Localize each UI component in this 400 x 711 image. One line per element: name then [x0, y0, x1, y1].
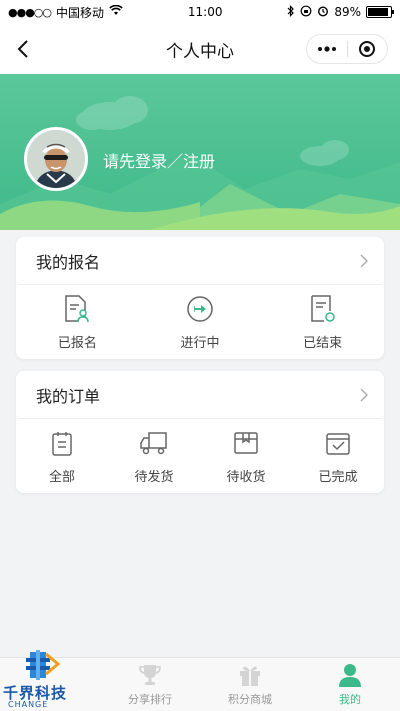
tab-share-ranking[interactable]: 分享排行 [100, 658, 200, 711]
registered-doc-icon [62, 294, 92, 324]
registration-header[interactable]: 我的报名 [18, 237, 382, 285]
registered-label: 已报名 [57, 335, 97, 351]
trophy-icon [139, 664, 161, 685]
miniprogram-capsule [306, 34, 388, 64]
truck-icon [139, 428, 169, 458]
tab-bar: 分享排行 积分商城 我的 [0, 657, 400, 711]
registered-item[interactable]: 已报名 [37, 294, 117, 351]
all-orders-label: 全部 [48, 469, 75, 485]
avatar[interactable] [24, 127, 88, 191]
battery-percent: 89% [334, 5, 361, 19]
more-dots-icon [317, 46, 336, 52]
close-circle-icon [359, 41, 376, 57]
status-bar: ●●●○○ 中国移动 11:00 89% [0, 0, 400, 24]
tab-points-mall[interactable]: 积分商城 [200, 658, 300, 711]
pending-receipt-label: 待收货 [226, 469, 266, 485]
orders-header[interactable]: 我的订单 [18, 371, 382, 419]
tab-home[interactable] [0, 658, 100, 711]
pending-receipt-item[interactable]: 待收货 [206, 428, 286, 485]
in-progress-label: 进行中 [180, 335, 220, 351]
registration-title: 我的报名 [36, 252, 101, 272]
cyclist-avatar-image [27, 130, 85, 188]
registration-row: 已报名 进行中 已结束 [16, 285, 384, 359]
battery-fill [368, 8, 388, 16]
wifi-icon [109, 4, 123, 19]
pending-shipment-label: 待发货 [134, 469, 174, 485]
back-button[interactable] [10, 36, 36, 62]
profile-header: 请先登录／注册 [0, 74, 400, 230]
completed-icon [323, 428, 353, 458]
chevron-right-icon [360, 388, 368, 401]
my-orders-card: 我的订单 全部 待发货 待收货 已完成 [16, 371, 384, 493]
tab-mine-label: 我的 [339, 692, 361, 706]
pending-shipment-item[interactable]: 待发货 [114, 428, 194, 485]
close-button[interactable] [348, 35, 388, 63]
login-register-link[interactable]: 请先登录／注册 [103, 148, 215, 172]
ended-label: 已结束 [303, 335, 343, 351]
alarm-icon [317, 5, 329, 20]
bluetooth-icon [287, 4, 295, 20]
status-left: ●●●○○ 中国移动 [8, 4, 123, 21]
tab-mine[interactable]: 我的 [300, 658, 400, 711]
home-icon [37, 670, 63, 696]
chevron-right-icon [360, 254, 368, 267]
package-icon [231, 428, 261, 458]
signal-icon: ●●●○○ [8, 5, 52, 19]
in-progress-item[interactable]: 进行中 [160, 294, 240, 351]
my-registration-card: 我的报名 已报名 进行中 已结束 [16, 237, 384, 359]
all-orders-icon [47, 428, 77, 458]
chevron-left-icon [17, 40, 28, 58]
in-progress-icon [185, 294, 215, 324]
orders-title: 我的订单 [36, 386, 101, 406]
all-orders-item[interactable]: 全部 [22, 428, 102, 485]
tab-share-ranking-label: 分享排行 [128, 692, 172, 706]
battery-icon [366, 6, 394, 18]
status-right: 89% [287, 4, 394, 20]
nav-bar: 个人中心 [0, 24, 400, 74]
ended-item[interactable]: 已结束 [283, 294, 363, 351]
tab-points-mall-label: 积分商城 [228, 692, 272, 706]
more-button[interactable] [307, 35, 347, 63]
orders-row: 全部 待发货 待收货 已完成 [16, 419, 384, 493]
user-icon [339, 663, 361, 687]
completed-item[interactable]: 已完成 [298, 428, 378, 485]
carrier-name: 中国移动 [56, 5, 105, 20]
status-time: 11:00 [187, 5, 223, 19]
rotation-lock-icon [300, 5, 312, 20]
ended-doc-icon [308, 294, 338, 324]
gift-icon [240, 666, 260, 686]
completed-label: 已完成 [318, 469, 358, 485]
